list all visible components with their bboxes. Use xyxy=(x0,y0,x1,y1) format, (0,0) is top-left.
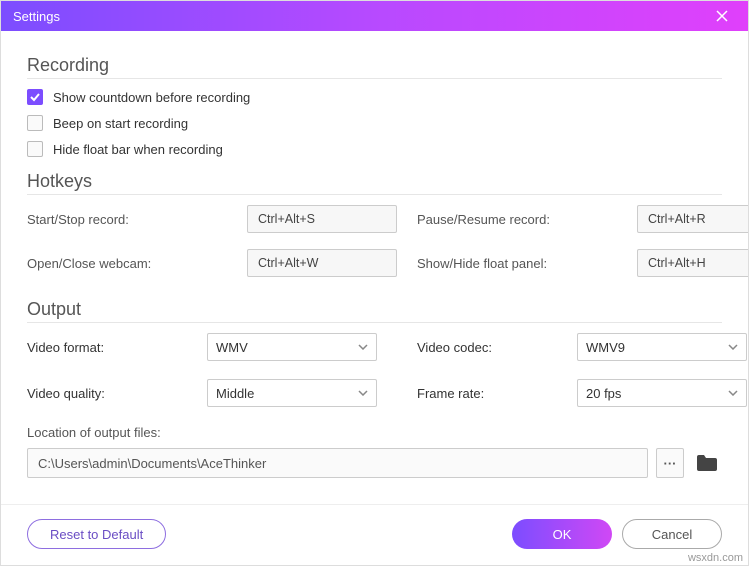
reset-button[interactable]: Reset to Default xyxy=(27,519,166,549)
video-quality-label: Video quality: xyxy=(27,386,167,401)
chevron-down-icon xyxy=(728,344,738,350)
close-button[interactable] xyxy=(708,2,736,30)
titlebar: Settings xyxy=(1,1,748,31)
divider xyxy=(27,78,722,79)
cancel-button[interactable]: Cancel xyxy=(622,519,722,549)
hotkeys-grid: Start/Stop record: Ctrl+Alt+S Pause/Resu… xyxy=(27,205,722,277)
output-location-value: C:\Users\admin\Documents\AceThinker xyxy=(38,456,266,471)
webcam-hotkey[interactable]: Ctrl+Alt+W xyxy=(247,249,397,277)
start-stop-label: Start/Stop record: xyxy=(27,212,227,227)
frame-rate-select[interactable]: 20 fps xyxy=(577,379,747,407)
output-location-label: Location of output files: xyxy=(27,425,722,440)
hotkeys-section-title: Hotkeys xyxy=(27,171,722,192)
chevron-down-icon xyxy=(728,390,738,396)
chevron-down-icon xyxy=(358,344,368,350)
video-format-select[interactable]: WMV xyxy=(207,333,377,361)
ok-label: OK xyxy=(553,527,572,542)
webcam-label: Open/Close webcam: xyxy=(27,256,227,271)
float-panel-label: Show/Hide float panel: xyxy=(417,256,617,271)
open-folder-button[interactable] xyxy=(692,448,722,478)
float-panel-value: Ctrl+Alt+H xyxy=(648,256,706,270)
start-stop-value: Ctrl+Alt+S xyxy=(258,212,315,226)
float-panel-hotkey[interactable]: Ctrl+Alt+H xyxy=(637,249,748,277)
output-location-row: C:\Users\admin\Documents\AceThinker ··· xyxy=(27,448,722,478)
beep-row: Beep on start recording xyxy=(27,115,722,131)
footer: Reset to Default OK Cancel xyxy=(1,504,748,565)
pause-resume-hotkey[interactable]: Ctrl+Alt+R xyxy=(637,205,748,233)
recording-section-title: Recording xyxy=(27,55,722,76)
browse-more-button[interactable]: ··· xyxy=(656,448,684,478)
content-area: Recording Show countdown before recordin… xyxy=(1,31,748,504)
divider xyxy=(27,322,722,323)
close-icon xyxy=(716,10,728,22)
watermark: wsxdn.com xyxy=(688,552,743,564)
countdown-row: Show countdown before recording xyxy=(27,89,722,105)
checkmark-icon xyxy=(29,91,41,103)
video-quality-value: Middle xyxy=(216,386,254,401)
output-location-input[interactable]: C:\Users\admin\Documents\AceThinker xyxy=(27,448,648,478)
divider xyxy=(27,194,722,195)
output-grid: Video format: WMV Video codec: WMV9 Vide… xyxy=(27,333,722,407)
output-section-title: Output xyxy=(27,299,722,320)
hide-float-checkbox[interactable] xyxy=(27,141,43,157)
more-dots: ··· xyxy=(664,456,677,471)
video-format-value: WMV xyxy=(216,340,248,355)
video-codec-value: WMV9 xyxy=(586,340,625,355)
hide-float-row: Hide float bar when recording xyxy=(27,141,722,157)
settings-window: Settings Recording Show countdown before… xyxy=(0,0,749,566)
countdown-checkbox[interactable] xyxy=(27,89,43,105)
folder-icon xyxy=(697,455,717,471)
video-format-label: Video format: xyxy=(27,340,167,355)
beep-checkbox[interactable] xyxy=(27,115,43,131)
webcam-value: Ctrl+Alt+W xyxy=(258,256,318,270)
frame-rate-label: Frame rate: xyxy=(417,386,537,401)
video-codec-select[interactable]: WMV9 xyxy=(577,333,747,361)
hide-float-label: Hide float bar when recording xyxy=(53,142,223,157)
beep-label: Beep on start recording xyxy=(53,116,188,131)
countdown-label: Show countdown before recording xyxy=(53,90,250,105)
window-title: Settings xyxy=(13,9,708,24)
pause-resume-label: Pause/Resume record: xyxy=(417,212,617,227)
pause-resume-value: Ctrl+Alt+R xyxy=(648,212,706,226)
reset-label: Reset to Default xyxy=(50,527,143,542)
ok-button[interactable]: OK xyxy=(512,519,612,549)
start-stop-hotkey[interactable]: Ctrl+Alt+S xyxy=(247,205,397,233)
frame-rate-value: 20 fps xyxy=(586,386,621,401)
video-codec-label: Video codec: xyxy=(417,340,537,355)
chevron-down-icon xyxy=(358,390,368,396)
video-quality-select[interactable]: Middle xyxy=(207,379,377,407)
cancel-label: Cancel xyxy=(652,527,692,542)
